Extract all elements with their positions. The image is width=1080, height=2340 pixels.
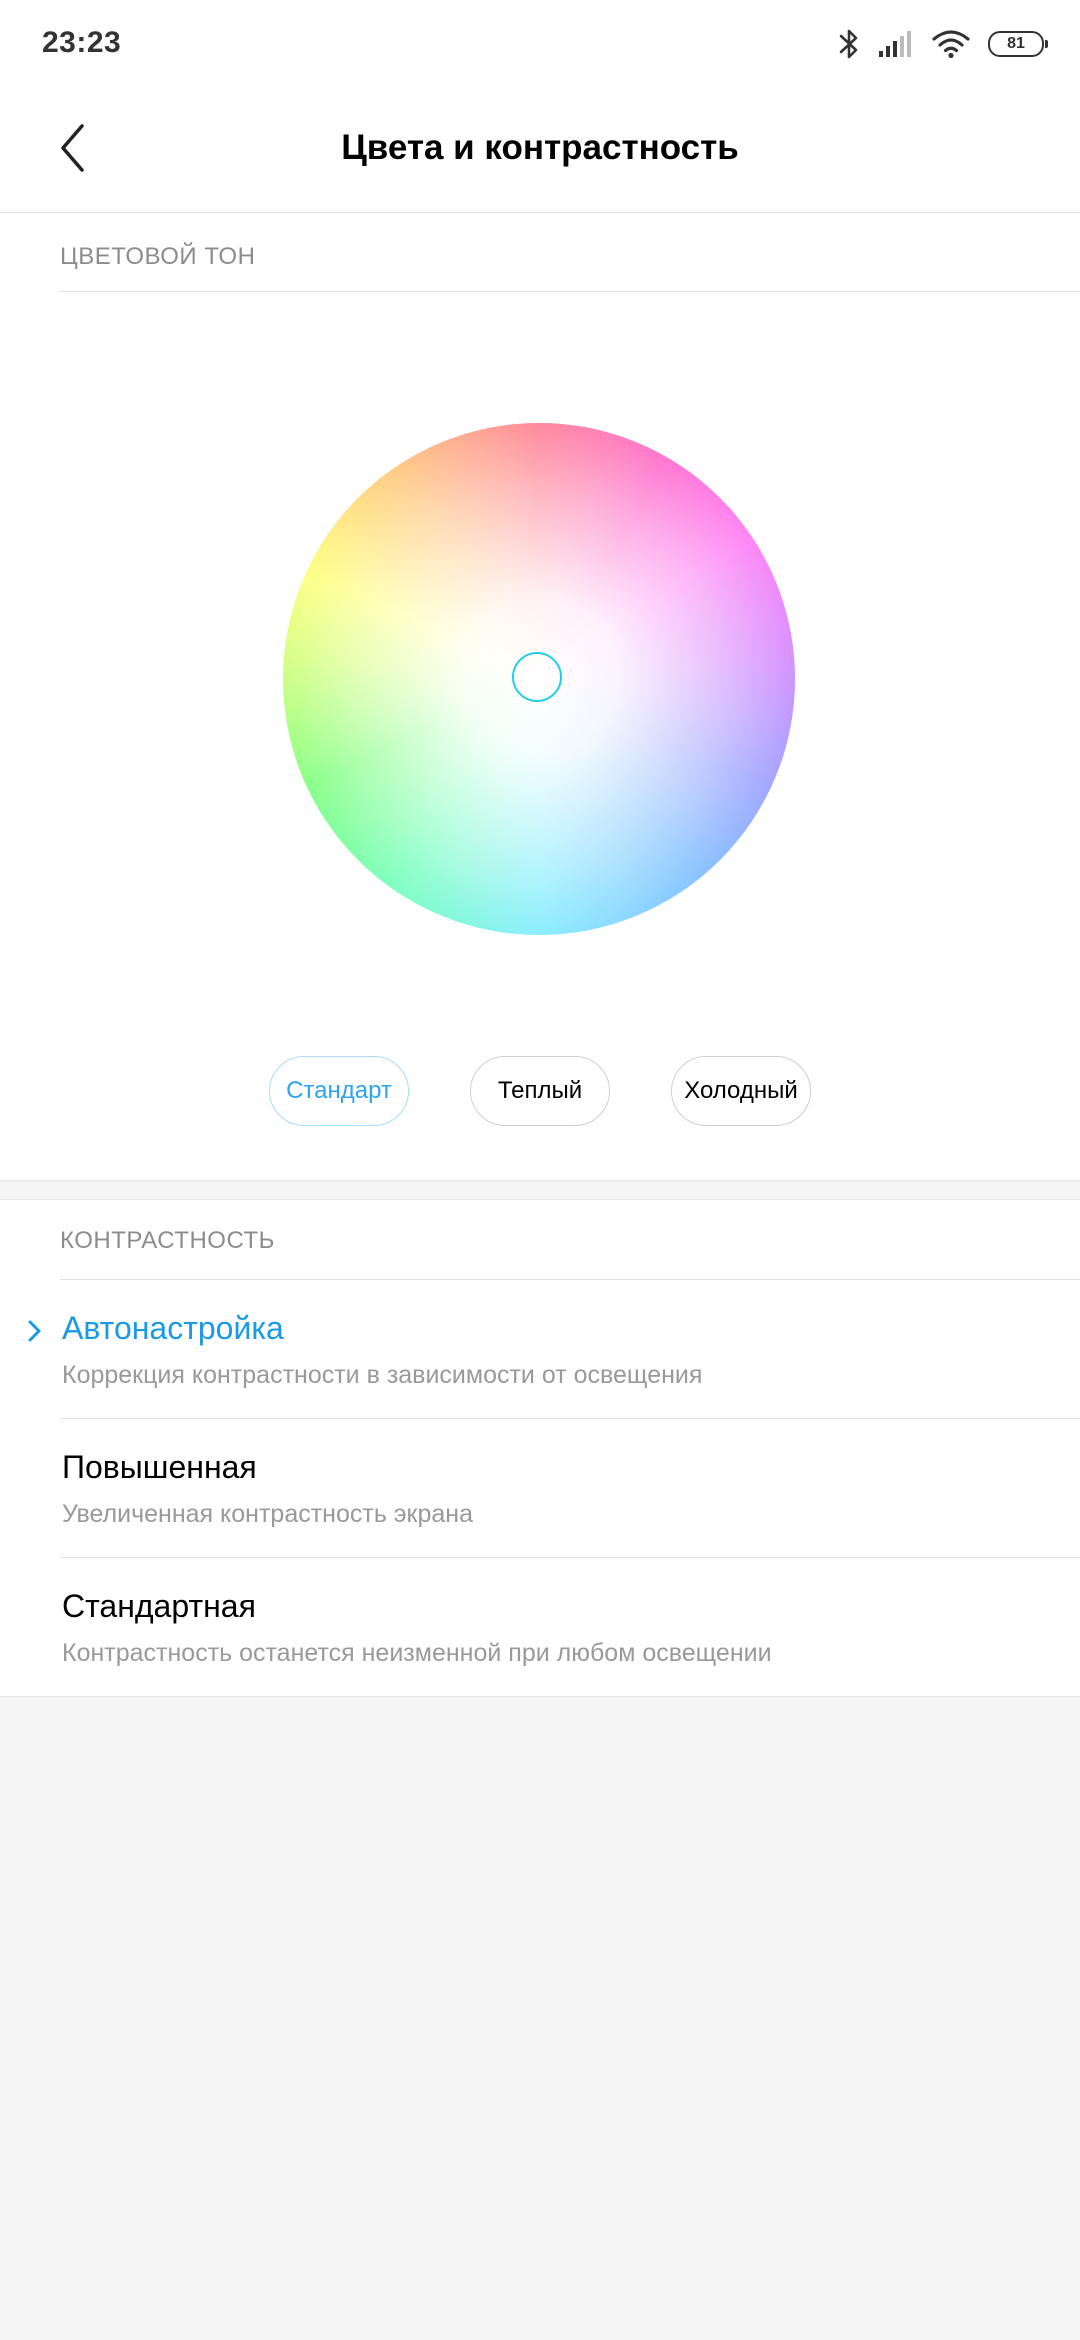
contrast-option-title: Автонастройка [62,1310,284,1346]
preset-standard-button[interactable]: Стандарт [269,1056,409,1126]
color-wheel-cursor[interactable] [512,652,562,702]
wifi-icon [932,30,970,59]
contrast-option-high[interactable]: Повышенная Увеличенная контрастность экр… [0,1419,1080,1557]
color-tone-label: ЦВЕТОВОЙ ТОН [60,243,256,270]
contrast-option-subtitle: Увеличенная контрастность экрана [62,1500,474,1528]
battery-level: 81 [1007,35,1025,52]
contrast-option-auto[interactable]: Автонастройка Коррекция контрастности в … [0,1280,1080,1418]
bluetooth-icon [839,29,858,59]
page-title: Цвета и контрастность [341,128,739,167]
chevron-right-icon [28,1320,41,1342]
contrast-label: КОНТРАСТНОСТЬ [60,1227,275,1254]
signal-icon [879,31,911,57]
contrast-option-title: Стандартная [62,1588,256,1624]
color-wheel[interactable] [283,423,795,935]
battery-icon: 81 [988,31,1048,57]
contrast-option-subtitle: Контрастность останется неизменной при л… [62,1639,772,1667]
status-bar: 23:23 81 [0,0,1080,88]
section-gap [0,1180,1080,1200]
status-icons: 81 [820,24,1048,64]
contrast-option-standard[interactable]: Стандартная Контрастность останется неиз… [0,1558,1080,1696]
contrast-option-title: Повышенная [62,1449,257,1485]
status-time: 23:23 [42,26,122,59]
tone-preset-row: Стандарт Теплый Холодный [0,1056,1080,1128]
preset-cold-button[interactable]: Холодный [671,1056,811,1126]
preset-warm-button[interactable]: Теплый [470,1056,610,1126]
contrast-section: КОНТРАСТНОСТЬ Автонастройка Коррекция ко… [0,1200,1080,1697]
color-tone-section: ЦВЕТОВОЙ ТОН Стандарт Теплый Холодный [0,213,1080,1180]
contrast-option-subtitle: Коррекция контрастности в зависимости от… [62,1361,703,1389]
header: Цвета и контрастность [0,88,1080,213]
divider [60,291,1080,292]
